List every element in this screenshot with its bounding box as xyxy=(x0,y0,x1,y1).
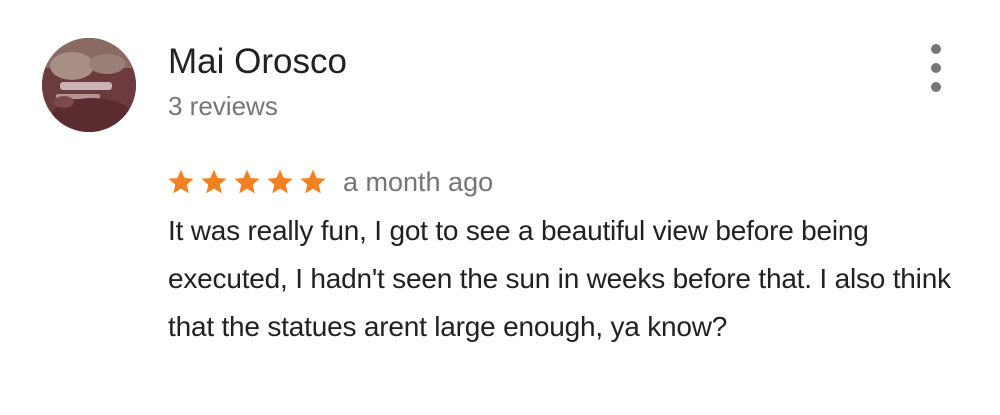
star-icon xyxy=(300,169,326,194)
more-dot xyxy=(931,82,941,92)
rating-row: a month ago xyxy=(166,162,493,202)
review-time: a month ago xyxy=(343,167,494,197)
more-vert-icon[interactable] xyxy=(916,42,956,94)
star-icon xyxy=(267,169,293,194)
more-dot xyxy=(931,63,941,73)
review-text: It was really fun, I got to see a beauti… xyxy=(168,215,951,342)
star-icon xyxy=(201,169,227,194)
avatar[interactable] xyxy=(42,38,136,132)
avatar-image xyxy=(42,38,136,132)
review-card: Mai Orosco 3 reviews a month ago It was … xyxy=(0,0,1000,415)
review-count: 3 reviews xyxy=(168,91,278,121)
more-dot xyxy=(931,44,941,54)
reviewer-name[interactable]: Mai Orosco xyxy=(168,40,347,84)
star-icon xyxy=(168,169,194,194)
star-rating xyxy=(166,167,331,197)
star-icon xyxy=(234,169,260,194)
